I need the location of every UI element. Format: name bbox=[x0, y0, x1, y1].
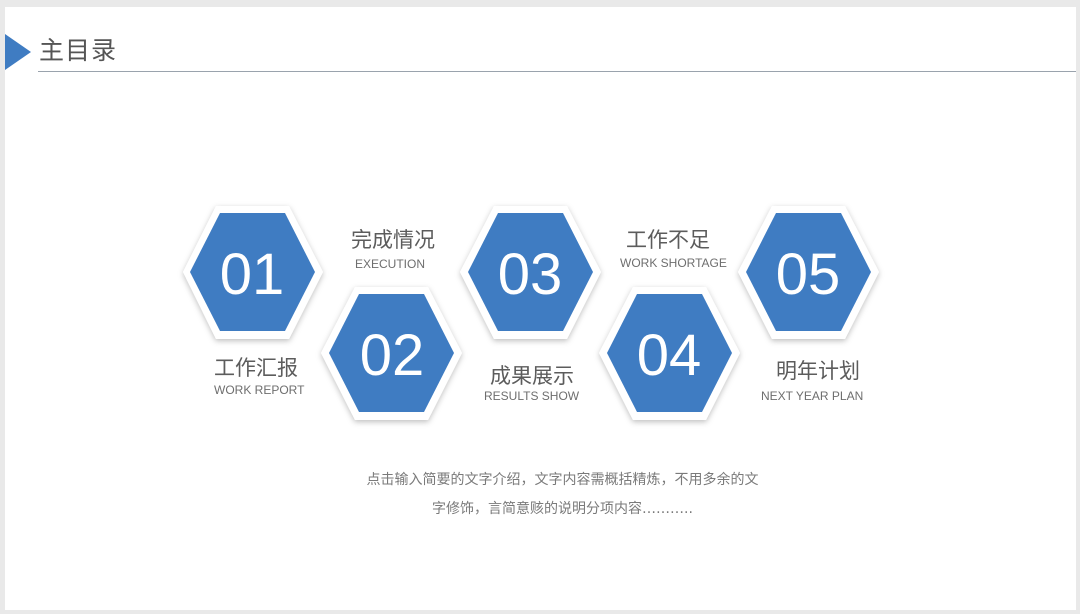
section-03-subtitle: RESULTS SHOW bbox=[484, 389, 580, 403]
hexagon-03-number: 03 bbox=[498, 242, 563, 307]
section-05-subtitle: NEXT YEAR PLAN bbox=[761, 389, 864, 403]
hexagon-01-number: 01 bbox=[220, 242, 285, 307]
hexagon-02[interactable]: 02 bbox=[321, 287, 462, 420]
section-01-title: 工作汇报 bbox=[214, 356, 298, 380]
section-01-subtitle: WORK REPORT bbox=[214, 383, 305, 397]
hexagon-04-number: 04 bbox=[637, 323, 702, 388]
section-04-subtitle: WORK SHORTAGE bbox=[620, 256, 727, 270]
hexagon-03[interactable]: 03 bbox=[460, 206, 601, 339]
hexagon-04[interactable]: 04 bbox=[599, 287, 740, 420]
section-03-title: 成果展示 bbox=[490, 364, 574, 388]
section-05-title: 明年计划 bbox=[776, 359, 860, 383]
section-04-title: 工作不足 bbox=[626, 228, 710, 252]
hexagon-group: 01 03 05 02 04 bbox=[183, 206, 879, 420]
section-02-subtitle: EXECUTION bbox=[355, 257, 426, 271]
section-02-title: 完成情况 bbox=[351, 228, 435, 252]
hexagon-05-number: 05 bbox=[776, 242, 841, 307]
hexagon-02-number: 02 bbox=[360, 323, 425, 388]
description-line-2: 字修饰，言简意赅的说明分项内容……….. bbox=[432, 501, 693, 517]
slide: 主目录 01 03 05 02 04 工作汇报 WORK REPORT 完成情况… bbox=[5, 7, 1076, 610]
hexagon-05[interactable]: 05 bbox=[738, 206, 879, 339]
hexagon-01[interactable]: 01 bbox=[183, 206, 323, 339]
description-line-1: 点击输入简要的文字介绍，文字内容需概括精炼，不用多余的文 bbox=[366, 472, 759, 488]
